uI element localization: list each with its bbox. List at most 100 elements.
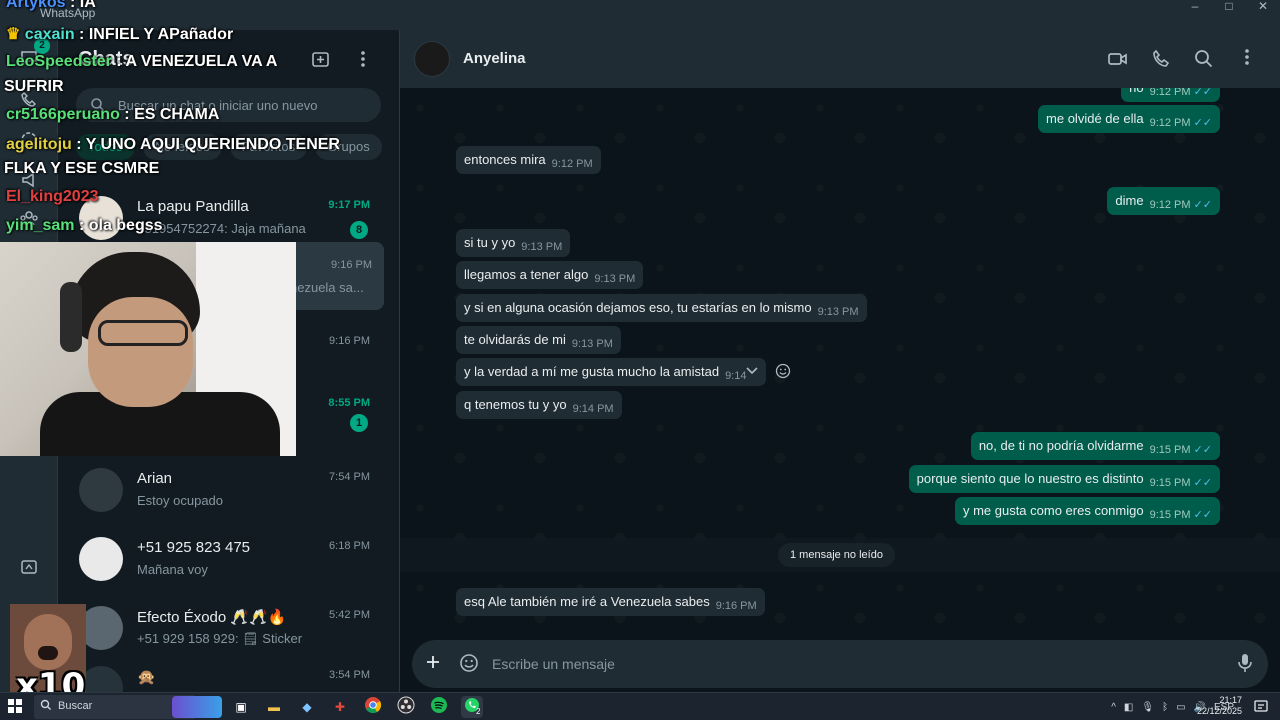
- media-app-icon[interactable]: ✚: [329, 696, 351, 718]
- message-text: me olvidé de ella: [1046, 111, 1144, 126]
- bluetooth-icon[interactable]: ᛒ: [1162, 702, 1168, 713]
- chat-time: 9:17 PM: [328, 199, 370, 211]
- message-bubble-in[interactable]: esq Ale también me iré a Venezuela sabes…: [456, 588, 765, 616]
- unread-badge: 8: [350, 221, 368, 239]
- windows-start-icon[interactable]: [8, 699, 24, 715]
- chat-item[interactable]: +51 925 823 475 Mañana voy 6:18 PM: [58, 525, 392, 593]
- stream-chat-line: LeoSpeedster : A VENEZUELA VA A: [6, 53, 278, 70]
- message-text: te olvidarás de mi: [464, 332, 566, 347]
- windows-taskbar: Buscar ▣ ▬ ◆ ✚ 2 ^ ◧ 🎙 ᛒ ▭ 🔊 ESP 21:17 2…: [0, 692, 1280, 720]
- message-bubble-in[interactable]: q tenemos tu y yo 9:14 PM: [456, 391, 622, 419]
- message-time: 9:13 PM: [817, 306, 859, 318]
- message-list: no9:12 PM✓✓ me olvidé de ella9:12 PM✓✓ e…: [400, 88, 1280, 650]
- chrome-icon[interactable]: [362, 696, 384, 718]
- person-glasses: [98, 320, 188, 346]
- message-bubble-out[interactable]: me olvidé de ella 9:12 PM ✓✓: [1038, 105, 1220, 133]
- chat-preview: +51 929 158 929: 🗒 Sticker: [137, 631, 303, 646]
- obs-icon[interactable]: [395, 696, 417, 718]
- message-bubble-out[interactable]: no 9:12 PM✓✓: [1121, 88, 1220, 102]
- unread-badge: 1: [350, 414, 368, 432]
- search-messages-icon[interactable]: [1192, 48, 1216, 72]
- message-bubble-in[interactable]: te olvidarás de mi 9:13 PM: [456, 326, 621, 354]
- message-input[interactable]: [492, 640, 1192, 688]
- reaction-face: [24, 614, 72, 670]
- notifications-icon[interactable]: [1254, 700, 1268, 714]
- chat-item[interactable]: Arian Estoy ocupado 7:54 PM: [58, 456, 392, 524]
- message-time: 9:12 PM: [1149, 117, 1191, 129]
- message-text: esq Ale también me iré a Venezuela sabes: [464, 594, 710, 609]
- message-time: 9:16 PM: [715, 600, 757, 612]
- read-ticks-icon: ✓✓: [1193, 199, 1212, 211]
- file-explorer-icon[interactable]: ▬: [263, 696, 285, 718]
- message-bubble-out[interactable]: no, de ti no podría olvidarme 9:15 PM ✓✓: [970, 432, 1220, 460]
- search-icon: [40, 699, 54, 713]
- message-time: 9:12 PM: [1149, 88, 1191, 98]
- message-bubble-out[interactable]: dime 9:12 PM ✓✓: [1107, 187, 1220, 215]
- react-emoji-icon[interactable]: [774, 363, 792, 381]
- message-text: porque siento que lo nuestro es distinto: [916, 471, 1144, 486]
- taskbar-clock[interactable]: 21:17 22/12/2025: [1197, 695, 1242, 717]
- message-text: q tenemos tu y yo: [464, 397, 567, 412]
- read-ticks-icon: ✓✓: [1193, 88, 1212, 98]
- streamer-webcam-overlay: [0, 242, 296, 456]
- message-text: dime: [1115, 193, 1144, 208]
- message-bubble-out[interactable]: porque siento que lo nuestro es distinto…: [908, 465, 1220, 493]
- read-ticks-icon: ✓✓: [1193, 509, 1212, 521]
- spotify-icon[interactable]: [428, 696, 450, 718]
- message-bubble-in[interactable]: entonces mira 9:12 PM: [456, 146, 601, 174]
- message-bubble-in[interactable]: si tu y yo 9:13 PM: [456, 229, 571, 257]
- chat-time: 8:55 PM: [328, 397, 370, 409]
- notes-app-icon[interactable]: ◆: [296, 696, 318, 718]
- close-window-button[interactable]: ✕: [1246, 0, 1280, 14]
- stream-chat-line: FLKA Y ESE CSMRE: [4, 160, 160, 177]
- stream-chat-line: El_king2023: [6, 188, 99, 205]
- ai-chat-icon[interactable]: [18, 558, 40, 580]
- whatsapp-taskbar-badge: 2: [476, 707, 481, 716]
- reaction-mouth: [38, 646, 58, 660]
- tray-chevron-icon[interactable]: ^: [1111, 702, 1116, 713]
- message-text: no, de ti no podría olvidarme: [978, 438, 1144, 453]
- read-ticks-icon: ✓✓: [1193, 117, 1212, 129]
- stream-chat-line: SUFRIR: [4, 78, 64, 95]
- microphone-icon[interactable]: [1234, 653, 1256, 675]
- message-text: y me gusta como eres conmigo: [962, 503, 1144, 518]
- conversation-menu-icon[interactable]: [1235, 48, 1259, 72]
- attach-plus-icon[interactable]: [422, 653, 444, 675]
- read-ticks-icon: ✓✓: [1193, 444, 1212, 456]
- message-time: 9:13 PM: [521, 241, 563, 253]
- chat-time: 5:42 PM: [329, 609, 370, 621]
- tray-app-icon[interactable]: ◧: [1124, 702, 1133, 713]
- message-bubble-out[interactable]: y me gusta como eres conmigo 9:15 PM ✓✓: [954, 497, 1220, 525]
- task-view-icon[interactable]: ▣: [230, 696, 252, 718]
- taskbar-search-label: Buscar: [58, 700, 93, 712]
- video-call-icon[interactable]: [1106, 48, 1130, 72]
- message-time: 9:12 PM: [1149, 199, 1191, 211]
- headset: [60, 282, 82, 352]
- chat-preview: nezuela sa...: [290, 280, 364, 295]
- message-options-chevron-icon[interactable]: [746, 365, 758, 379]
- message-bubble-in[interactable]: y si en alguna ocasión dejamos eso, tu e…: [456, 294, 867, 322]
- contact-avatar[interactable]: [414, 41, 450, 77]
- voice-call-icon[interactable]: [1149, 48, 1173, 72]
- stream-chat-line: agelitoju : Y UNO AQUI QUERIENDO TENER: [6, 136, 340, 153]
- chat-time: 7:54 PM: [329, 471, 370, 483]
- maximize-button[interactable]: □: [1212, 0, 1246, 14]
- chat-item[interactable]: Efecto Éxodo 🥂🥂🔥 +51 929 158 929: 🗒 Stic…: [58, 594, 392, 662]
- message-text: y si en alguna ocasión dejamos eso, tu e…: [464, 300, 812, 315]
- network-icon[interactable]: ▭: [1176, 702, 1185, 713]
- taskbar-widget-icon[interactable]: [172, 696, 222, 718]
- message-time: 9:14 PM: [572, 403, 614, 415]
- message-bubble-in[interactable]: llegamos a tener algo 9:13 PM: [456, 261, 644, 289]
- message-text: y la verdad a mí me gusta mucho la amist…: [464, 364, 720, 379]
- sticker-emoji-icon[interactable]: [458, 653, 480, 675]
- message-time: 9:14: [725, 370, 747, 382]
- minimize-button[interactable]: –: [1178, 0, 1212, 14]
- chat-item[interactable]: 🙊 3:54 PM: [58, 654, 392, 692]
- message-bubble-in-hovered[interactable]: y la verdad a mí me gusta mucho la amist…: [456, 358, 766, 386]
- microphone-tray-icon[interactable]: 🎙: [1141, 702, 1154, 713]
- conversation-panel: Anyelina no9:12 PM✓✓ me olvidé de ella 9:…: [400, 30, 1280, 692]
- menu-kebab-icon[interactable]: [351, 50, 375, 74]
- contact-name[interactable]: Anyelina: [463, 50, 526, 67]
- stream-chat-line: Artykos : IA: [6, 0, 96, 11]
- chat-time: 6:18 PM: [329, 540, 370, 552]
